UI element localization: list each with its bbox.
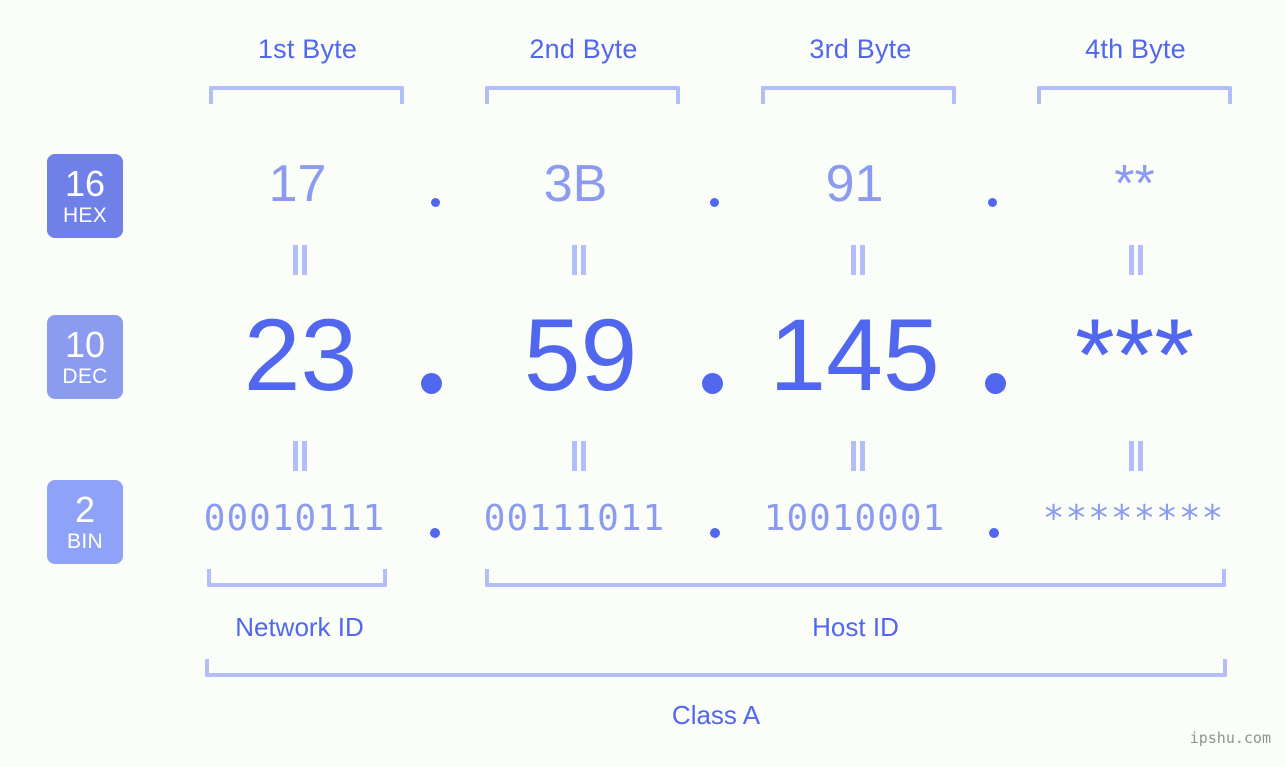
equals-mark-dec-bin-1 [293,441,308,471]
dec-byte-3: 145 [769,298,940,412]
hex-dot-3 [988,198,997,207]
byte-bracket-top-3 [761,86,956,104]
dec-dot-3 [985,373,1006,394]
base-badge-dec-number: 10 [64,324,106,365]
bin-byte-3: 10010001 [763,498,946,539]
byte-bracket-top-4 [1037,86,1232,104]
hex-byte-1: 17 [268,155,327,213]
equals-mark-hex-dec-1 [293,245,308,275]
equals-mark-hex-dec-3 [851,245,866,275]
byte-bracket-top-1 [209,86,404,104]
base-badge-hex-name: HEX [62,204,108,227]
hex-dot-1 [431,198,440,207]
bin-byte-2: 00111011 [483,498,666,539]
network-id-bracket [207,569,387,587]
hex-byte-3: 91 [825,155,884,213]
host-id-bracket [485,569,1226,587]
hex-byte-2: 3B [543,155,608,213]
bin-dot-1 [430,528,440,538]
byte-header-4: 4th Byte [1085,34,1186,64]
dec-byte-1: 23 [243,298,358,412]
byte-header-2: 2nd Byte [529,34,638,64]
network-id-label: Network ID [235,612,364,642]
base-badge-bin-number: 2 [74,489,96,530]
dec-dot-2 [702,373,723,394]
ip-byte-breakdown-diagram: 1st Byte 2nd Byte 3rd Byte 4th Byte 16 H… [0,0,1285,767]
class-label: Class A [671,700,761,730]
base-badge-dec: 10 DEC [47,315,123,399]
byte-header-3: 3rd Byte [809,34,912,64]
site-watermark: ipshu.com [1189,729,1271,747]
hex-byte-4: ** [1114,155,1155,213]
base-badge-bin-name: BIN [67,530,103,553]
byte-bracket-top-2 [485,86,680,104]
byte-header-1: 1st Byte [257,34,358,64]
dec-byte-4: *** [1074,298,1195,412]
bin-byte-4: ******** [1042,498,1225,539]
class-bracket [205,659,1227,677]
base-badge-dec-name: DEC [62,365,108,388]
bin-dot-3 [989,528,999,538]
bin-dot-2 [710,528,720,538]
base-badge-bin: 2 BIN [47,480,123,564]
dec-dot-1 [421,373,442,394]
dec-byte-2: 59 [523,298,638,412]
equals-mark-hex-dec-2 [572,245,587,275]
bin-byte-1: 00010111 [203,498,386,539]
equals-mark-dec-bin-2 [572,441,587,471]
equals-mark-dec-bin-3 [851,441,866,471]
host-id-label: Host ID [812,612,899,642]
hex-dot-2 [710,198,719,207]
base-badge-hex: 16 HEX [47,154,123,238]
equals-mark-hex-dec-4 [1129,245,1144,275]
base-badge-hex-number: 16 [64,163,106,204]
equals-mark-dec-bin-4 [1129,441,1144,471]
